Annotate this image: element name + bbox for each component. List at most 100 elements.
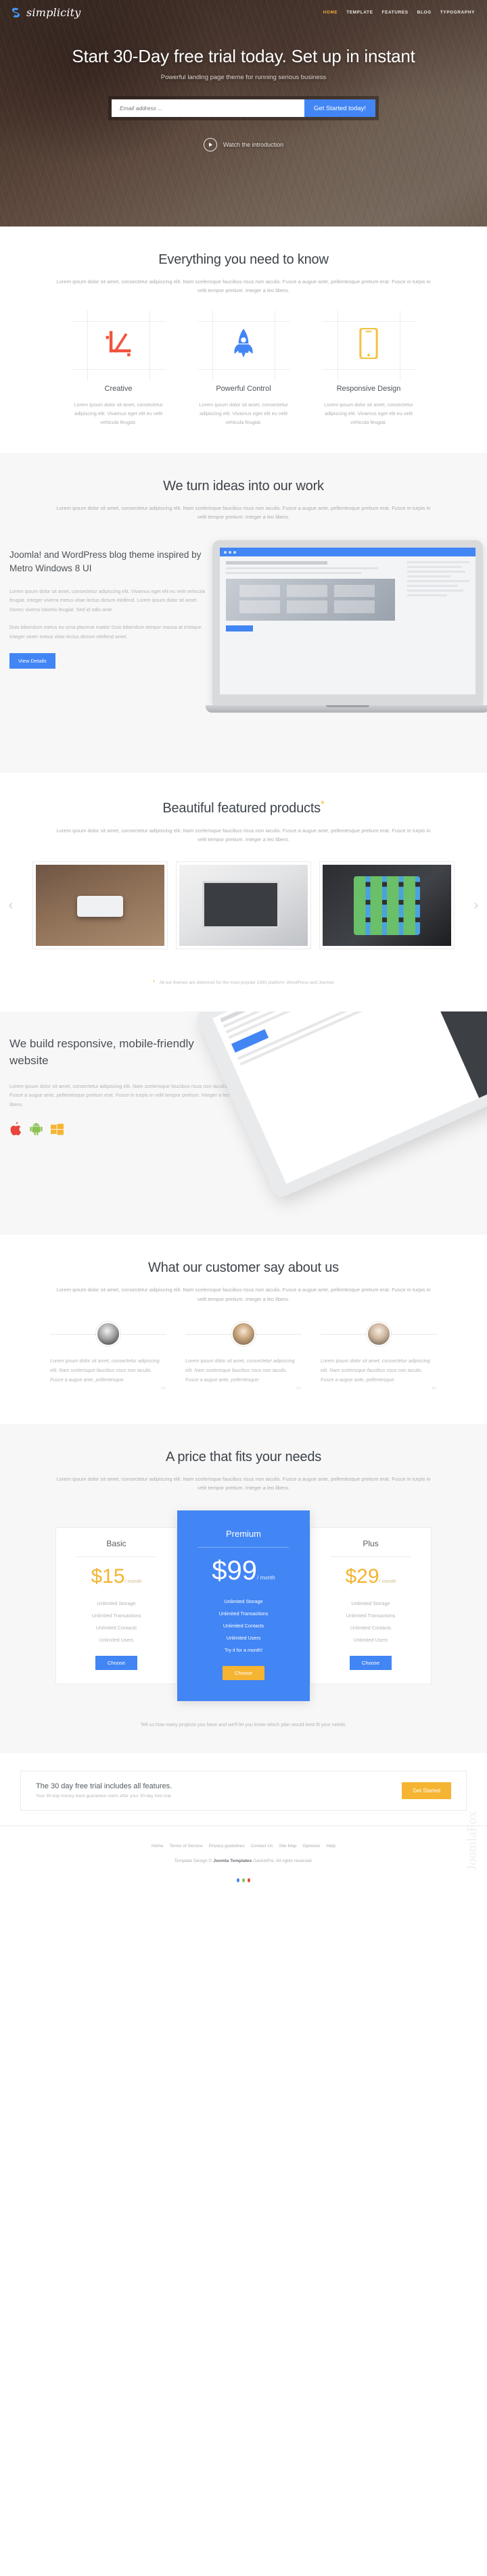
simplicity-logo-icon [9, 6, 22, 19]
plan-name: Plus [363, 1538, 379, 1548]
asterisk-icon: * [321, 798, 325, 811]
screen-content [220, 556, 476, 636]
products-section: Beautiful featured products* Lorem ipsum… [0, 773, 487, 1011]
screen-sidebar [407, 561, 469, 599]
footer-link-site-map[interactable]: Site Map [279, 1844, 296, 1848]
trial-subtext: Your 30-day money back guarantee starts … [36, 1794, 172, 1799]
pricing-plan-premium: Premium $99/ month Unlimited Storage Unl… [177, 1510, 310, 1701]
chevron-right-icon[interactable]: › [469, 899, 483, 912]
hero-section: simplicity HOME TEMPLATE FEATURES BLOG T… [0, 0, 487, 226]
mobile-phone-icon [359, 327, 378, 362]
pricing-section: A price that fits your needs Lorem ipsum… [0, 1423, 487, 1753]
color-dot-green[interactable] [242, 1878, 245, 1882]
testimonials-section: What our customer say about us Lorem ips… [0, 1235, 487, 1424]
plan-feature: Unlimited Transactions [346, 1613, 396, 1619]
plan-features: Unlimited Storage Unlimited Transactions… [320, 1598, 421, 1646]
plan-price-period: / month [124, 1577, 142, 1584]
brand-logo[interactable]: simplicity [9, 6, 81, 19]
hero-subtitle: Powerful landing page theme for running … [160, 74, 327, 81]
plan-price-value: $99 [212, 1555, 258, 1585]
testimonials-title: What our customer say about us [148, 1260, 339, 1276]
ideas-paragraph-1: Lorem ipsum dolor sit amet, consectetur … [9, 588, 206, 613]
feature-icon-wrap [67, 310, 170, 381]
view-details-button[interactable]: View Details [9, 653, 55, 669]
plan-feature: Unlimited Users [226, 1635, 261, 1642]
plan-features: Unlimited Storage Unlimited Transactions… [187, 1596, 300, 1656]
cms-note-text: All our themes are delivered for the mos… [159, 980, 335, 985]
responsive-copy: We build responsive, mobile-friendly web… [9, 1036, 233, 1139]
nav-item-template[interactable]: TEMPLATE [346, 10, 373, 15]
footer-link-privacy-guidelines[interactable]: Privacy guidelines [209, 1844, 245, 1848]
choose-plan-button-premium[interactable]: Choose [222, 1665, 265, 1680]
product-slide-2[interactable] [176, 861, 311, 950]
testimonial-avatar-wrap [50, 1321, 166, 1347]
main-navigation: HOME TEMPLATE FEATURES BLOG TYPOGRAPHY [323, 10, 475, 15]
android-icon [30, 1122, 43, 1139]
products-carousel: ‹ › [0, 861, 487, 950]
trial-section: The 30 day free trial includes all featu… [0, 1753, 487, 1826]
responsive-heading: We build responsive, mobile-friendly web… [9, 1037, 194, 1067]
plan-feature: Unlimited Transactions [218, 1611, 269, 1617]
footer-link-contact-us[interactable]: Contact Us [251, 1844, 273, 1848]
feature-name: Powerful Control [216, 384, 271, 393]
ideas-showcase: Joomla! and WordPress blog theme inspire… [0, 531, 487, 747]
features-description: Lorem ipsum dolor sit amet, consectetur … [56, 279, 431, 294]
play-icon [203, 138, 217, 151]
get-started-today-button[interactable]: Get Started today! [304, 99, 375, 117]
footer-link-opinions[interactable]: Opinions [302, 1844, 320, 1848]
tablet-mockup: Featured News [194, 1011, 487, 1200]
nav-item-blog[interactable]: BLOG [417, 10, 432, 15]
email-input[interactable] [112, 99, 304, 117]
color-dots [0, 1878, 487, 1882]
cms-note: * All our themes are delivered for the m… [0, 979, 487, 986]
feature-name: Creative [104, 384, 133, 393]
trial-heading: The 30 day free trial includes all featu… [36, 1782, 172, 1791]
products-title: Beautiful featured products* [0, 798, 487, 817]
top-bar: simplicity HOME TEMPLATE FEATURES BLOG T… [0, 0, 487, 19]
landing-page: simplicity HOME TEMPLATE FEATURES BLOG T… [0, 0, 487, 1909]
apple-icon [9, 1122, 22, 1139]
testimonial-2: Lorem ipsum dolor sit amet, consectetur … [176, 1321, 311, 1398]
nav-item-typography[interactable]: TYPOGRAPHY [440, 10, 475, 15]
customer-avatar-3 [367, 1321, 391, 1346]
choose-plan-button-plus[interactable]: Choose [349, 1655, 392, 1670]
plan-features: Unlimited Storage Unlimited Transactions… [66, 1598, 167, 1646]
chevron-left-icon[interactable]: ‹ [4, 899, 18, 912]
ideas-description: Lorem ipsum dolor sit amet, consectetur … [56, 504, 431, 520]
carousel-slides [19, 861, 468, 950]
footer-link-terms-of-service[interactable]: Terms of Service [170, 1844, 203, 1848]
pricing-note: Tell us how many projects you have and w… [140, 1721, 347, 1727]
get-started-button[interactable]: Get Started [402, 1782, 451, 1799]
screen-browser-bar [220, 548, 476, 557]
footer-link-help[interactable]: Help [326, 1844, 335, 1848]
plan-feature: Unlimited Contacts [350, 1625, 392, 1631]
customer-avatar-1 [96, 1321, 120, 1346]
nav-item-features[interactable]: FEATURES [382, 10, 409, 15]
quote-mark-icon: ” [430, 1384, 437, 1399]
trial-copy: The 30 day free trial includes all featu… [36, 1782, 172, 1798]
features-section: Everything you need to know Lorem ipsum … [0, 226, 487, 453]
feature-icon-wrap [192, 310, 296, 381]
screen-read-more-button [226, 625, 253, 632]
testimonial-text: Lorem ipsum dolor sit amet, consectetur … [50, 1357, 160, 1383]
plan-feature: Unlimited Users [353, 1637, 388, 1644]
color-dot-red[interactable] [248, 1878, 250, 1882]
crop-tool-icon [104, 329, 133, 361]
plan-divider [198, 1546, 289, 1548]
product-slide-1[interactable] [32, 861, 168, 950]
testimonials-description: Lorem ipsum dolor sit amet, consectetur … [56, 1287, 431, 1302]
watch-introduction-link[interactable]: Watch the introduction [0, 138, 487, 151]
testimonial-1: Lorem ipsum dolor sit amet, consectetur … [41, 1321, 176, 1398]
product-slide-3[interactable] [319, 861, 455, 950]
copyright-brand-link[interactable]: Joomla Templates [213, 1859, 252, 1863]
plan-feature: Unlimited Transactions [91, 1613, 141, 1619]
color-dot-blue[interactable] [237, 1878, 239, 1882]
nav-item-home[interactable]: HOME [323, 10, 338, 15]
customer-avatar-2 [231, 1321, 256, 1346]
ideas-paragraph-2: Duis bibendum metus eu urna placerat mat… [9, 624, 203, 640]
choose-plan-button-basic[interactable]: Choose [95, 1655, 138, 1670]
plan-feature: Unlimited Storage [97, 1600, 136, 1607]
plan-feature: Unlimited Storage [351, 1600, 390, 1607]
footer-link-home[interactable]: Home [152, 1844, 164, 1848]
laptop-mockup [206, 540, 487, 713]
